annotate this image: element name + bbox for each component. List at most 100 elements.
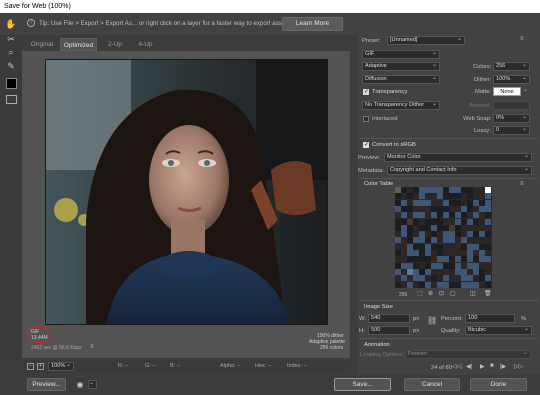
zoom-tool-icon[interactable]: ⌕: [4, 46, 18, 58]
color-swatch[interactable]: [485, 231, 491, 238]
toggle-slices-icon[interactable]: [6, 95, 17, 104]
tab-2-up[interactable]: 2-Up: [97, 38, 133, 51]
web-snap-label: Web Snap:: [463, 116, 492, 122]
color-swatch[interactable]: [485, 193, 491, 200]
color-table-title: Color Table: [364, 181, 394, 187]
lock-color-icon[interactable]: ⊡: [439, 290, 444, 297]
width-unit: px: [413, 316, 420, 322]
color-swatch[interactable]: [485, 224, 491, 231]
colors-info: 256 colors: [320, 345, 344, 351]
info-icon: i: [27, 19, 35, 27]
color-swatch[interactable]: [485, 268, 491, 275]
color-swatch[interactable]: [485, 205, 491, 212]
color-swatch[interactable]: [485, 199, 491, 206]
convert-srgb-label: Convert to sRGB: [372, 142, 416, 148]
browser-select[interactable]: [88, 380, 97, 389]
width-label: W:: [359, 316, 366, 322]
zoom-level-select[interactable]: 100%: [48, 362, 74, 371]
map-to-transparent-icon[interactable]: ⬚: [417, 290, 423, 297]
optimize-menu-icon[interactable]: ≡: [520, 36, 524, 42]
next-frame-icon[interactable]: |▶: [500, 363, 506, 370]
annotation-circle: [27, 326, 52, 343]
save-button[interactable]: Save...: [334, 378, 391, 391]
height-label: H:: [359, 328, 365, 334]
transparency-checkbox[interactable]: [363, 88, 369, 95]
new-color-icon[interactable]: ◫: [470, 290, 476, 297]
transparency-dither-select[interactable]: No Transparency Dither: [362, 101, 440, 110]
height-field[interactable]: 500: [368, 326, 410, 335]
zoom-in-icon[interactable]: +: [37, 363, 44, 370]
preview-button[interactable]: Preview...: [27, 378, 66, 391]
cancel-button[interactable]: Cancel: [404, 378, 460, 391]
web-shift-icon[interactable]: ⊕: [428, 290, 433, 297]
previous-frame-icon[interactable]: ◀|: [466, 363, 472, 370]
color-swatch[interactable]: [485, 281, 491, 288]
color-count: 256: [399, 292, 408, 298]
web-snap-field[interactable]: 0%: [493, 114, 530, 123]
dither-amount-field[interactable]: 100%: [493, 75, 530, 84]
dither-label: Dither:: [474, 77, 492, 83]
color-swatch[interactable]: [485, 237, 491, 244]
eyedropper-tool-icon[interactable]: ✎: [4, 60, 18, 72]
matte-select[interactable]: None: [493, 87, 521, 96]
width-field[interactable]: 540: [368, 314, 410, 323]
color-table-grid[interactable]: [395, 187, 492, 288]
lossy-field[interactable]: 0: [493, 126, 530, 135]
first-frame-icon[interactable]: ◁◁: [452, 363, 461, 370]
color-swatch[interactable]: [485, 275, 491, 282]
percent-label: Percent:: [441, 316, 463, 322]
constrain-proportions-icon[interactable]: ⛓: [427, 316, 437, 325]
hex-value: Hex: --: [255, 363, 272, 369]
play-icon[interactable]: ▶: [480, 363, 485, 370]
dither-algorithm-select[interactable]: Diffusion: [362, 75, 440, 84]
frame-counter: 24 of 80: [431, 365, 452, 371]
done-button[interactable]: Done: [470, 378, 527, 391]
color-swatch[interactable]: [485, 256, 491, 263]
color-reduction-select[interactable]: Adaptive: [362, 62, 440, 71]
percent-field[interactable]: 100: [465, 314, 515, 323]
browser-preview-icon[interactable]: ◉: [73, 378, 87, 391]
stop-icon[interactable]: ■: [490, 363, 494, 369]
tab-4-up[interactable]: 4-Up: [133, 38, 158, 51]
preview-select[interactable]: Monitor Color: [384, 153, 532, 162]
lossy-label: Lossy:: [474, 128, 491, 134]
eyedropper-color-swatch[interactable]: [6, 78, 17, 89]
colors-select[interactable]: 256: [493, 62, 530, 71]
preset-label: Preset:: [362, 38, 381, 44]
learn-more-button[interactable]: Learn More: [282, 17, 343, 31]
interlaced-label: Interlaced: [372, 116, 398, 122]
color-swatch[interactable]: [485, 187, 491, 193]
metadata-select[interactable]: Copyright and Contact Info: [387, 166, 532, 175]
matte-dropdown-icon[interactable]: ⌄: [523, 86, 528, 93]
download-time-info: 2462 sec @ 56.6 Kbps: [31, 345, 82, 351]
convert-srgb-checkbox[interactable]: [363, 141, 369, 148]
add-color-icon[interactable]: ▢: [450, 290, 456, 297]
last-frame-icon[interactable]: ▷▷: [514, 363, 523, 370]
looping-label: Looping Options:: [360, 352, 404, 358]
trash-icon[interactable]: 🗑: [484, 290, 492, 297]
color-swatch[interactable]: [485, 262, 491, 269]
green-value: G: --: [145, 363, 156, 369]
download-speed-menu-icon[interactable]: ≡: [90, 344, 94, 350]
format-select[interactable]: GIF: [362, 50, 440, 59]
tab-original[interactable]: Original: [24, 38, 60, 51]
zoom-out-icon[interactable]: −: [27, 363, 34, 370]
color-swatch[interactable]: [485, 250, 491, 256]
color-swatch[interactable]: [485, 218, 491, 225]
percent-unit: %: [521, 316, 527, 322]
color-table-menu-icon[interactable]: ≡: [520, 181, 524, 187]
hand-tool-icon[interactable]: ✋: [4, 18, 18, 30]
interlaced-checkbox[interactable]: [363, 116, 369, 122]
matte-label: Matte:: [475, 89, 492, 95]
tip-text: Tip: Use File > Export > Export As... or…: [39, 20, 291, 27]
animation-title: Animation: [364, 342, 390, 348]
slice-select-tool-icon[interactable]: ✂: [4, 33, 18, 45]
quality-select[interactable]: Bicubic: [465, 326, 532, 335]
divider: [360, 138, 538, 139]
preset-select[interactable]: [Unnamed]: [387, 36, 465, 45]
tab-optimized[interactable]: Optimized: [60, 38, 97, 51]
color-swatch[interactable]: [485, 212, 491, 219]
optimized-image-preview[interactable]: [45, 59, 328, 325]
color-swatch[interactable]: [485, 243, 491, 250]
amount-field: [493, 101, 530, 110]
